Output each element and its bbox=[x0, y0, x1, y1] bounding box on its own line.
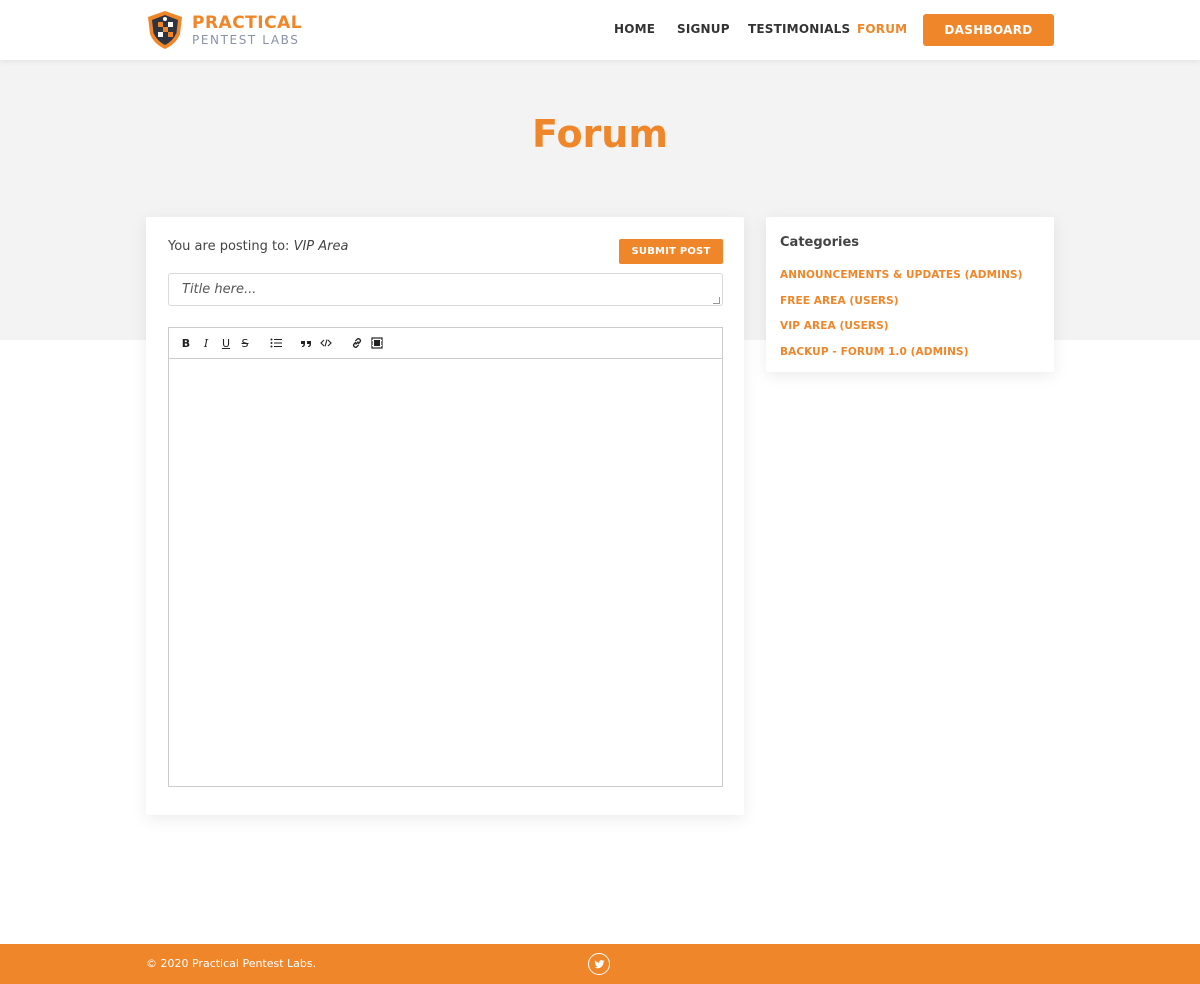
brand-name-bottom: PENTEST LABS bbox=[192, 32, 300, 47]
bullet-list-icon[interactable] bbox=[269, 336, 283, 350]
link-icon[interactable] bbox=[350, 336, 364, 350]
nav-signup[interactable]: SIGNUP bbox=[677, 22, 730, 36]
italic-icon[interactable]: I bbox=[199, 336, 213, 350]
shield-logo-icon bbox=[148, 11, 182, 49]
bold-icon[interactable]: B bbox=[179, 336, 193, 350]
resize-handle-icon[interactable] bbox=[713, 297, 720, 304]
nav-home[interactable]: HOME bbox=[614, 22, 655, 36]
strikethrough-icon[interactable]: S bbox=[238, 336, 252, 350]
editor-toolbar: B I U S bbox=[169, 328, 722, 359]
category-free-area-link[interactable]: FREE AREA (USERS) bbox=[780, 295, 899, 307]
page-title: Forum bbox=[532, 112, 668, 156]
video-icon[interactable] bbox=[370, 336, 384, 350]
post-body-textarea[interactable] bbox=[169, 359, 722, 786]
category-item: FREE AREA (USERS) bbox=[780, 289, 899, 308]
category-backup-link[interactable]: BACKUP - FORUM 1.0 (ADMINS) bbox=[780, 346, 969, 358]
category-vip-area-link[interactable]: VIP AREA (USERS) bbox=[780, 320, 889, 332]
dashboard-button[interactable]: DASHBOARD bbox=[923, 14, 1054, 46]
category-item: VIP AREA (USERS) bbox=[780, 314, 889, 333]
code-icon[interactable] bbox=[319, 336, 333, 350]
post-body-editor: B I U S bbox=[168, 327, 723, 787]
brand-logo[interactable]: PRACTICAL PENTEST LABS bbox=[146, 10, 302, 50]
submit-post-button[interactable]: SUBMIT POST bbox=[619, 239, 723, 264]
nav-testimonials[interactable]: TESTIMONIALS bbox=[748, 22, 850, 36]
category-item: ANNOUNCEMENTS & UPDATES (ADMINS) bbox=[780, 263, 1023, 282]
posting-to-label: You are posting to: bbox=[168, 239, 290, 254]
underline-icon[interactable]: U bbox=[219, 336, 233, 350]
brand-name-top: PRACTICAL bbox=[192, 12, 303, 33]
site-header: PRACTICAL PENTEST LABS HOME SIGNUP TESTI… bbox=[0, 0, 1200, 60]
category-item: BACKUP - FORUM 1.0 (ADMINS) bbox=[780, 340, 969, 359]
posting-to-text: You are posting to: VIP Area bbox=[168, 239, 348, 254]
posting-to-category: VIP Area bbox=[293, 239, 349, 254]
twitter-icon[interactable] bbox=[588, 953, 610, 975]
post-title-input[interactable] bbox=[168, 273, 723, 306]
copyright-text: © 2020 Practical Pentest Labs. bbox=[146, 957, 317, 970]
category-announcements-link[interactable]: ANNOUNCEMENTS & UPDATES (ADMINS) bbox=[780, 269, 1023, 281]
quote-icon[interactable] bbox=[299, 336, 313, 350]
categories-heading: Categories bbox=[780, 235, 860, 250]
new-post-card: You are posting to: VIP Area SUBMIT POST… bbox=[146, 217, 744, 815]
site-footer: © 2020 Practical Pentest Labs. bbox=[0, 944, 1200, 984]
nav-forum[interactable]: FORUM bbox=[857, 22, 907, 36]
categories-card: Categories ANNOUNCEMENTS & UPDATES (ADMI… bbox=[766, 217, 1054, 372]
